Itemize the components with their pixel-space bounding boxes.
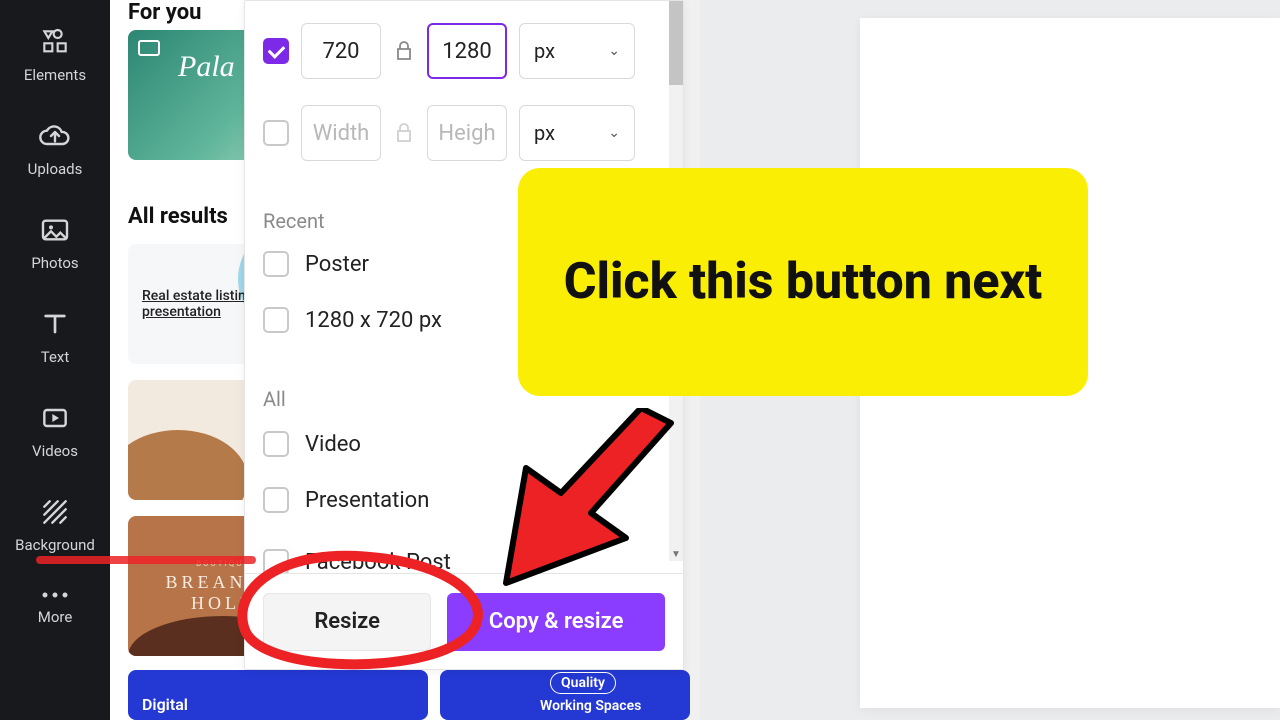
- width-input[interactable]: [301, 105, 381, 161]
- option-checkbox[interactable]: [263, 251, 289, 277]
- sidebar-item-text[interactable]: Text: [0, 290, 110, 384]
- option-checkbox[interactable]: [263, 431, 289, 457]
- option-checkbox[interactable]: [263, 549, 289, 575]
- option-label: Poster: [305, 252, 369, 277]
- chevron-down-icon: ⌄: [608, 43, 620, 59]
- video-badge-icon: [138, 40, 160, 56]
- all-label: All: [263, 387, 286, 411]
- unit-value: px: [534, 121, 555, 145]
- sidebar-item-label: Background: [15, 536, 95, 554]
- more-icon: [39, 590, 71, 600]
- unit-select[interactable]: px ⌄: [519, 23, 635, 79]
- sidebar-item-elements[interactable]: Elements: [0, 8, 110, 102]
- custom-size-row-empty: px ⌄: [263, 105, 635, 161]
- scrollbar-down-arrow[interactable]: ▼: [669, 547, 683, 561]
- scrollbar-thumb[interactable]: [669, 1, 683, 85]
- sidebar-item-label: Videos: [32, 442, 78, 460]
- option-label: Facebook Post: [305, 550, 451, 575]
- uploads-icon: [39, 120, 71, 152]
- option-checkbox[interactable]: [263, 307, 289, 333]
- unit-value: px: [534, 39, 555, 63]
- option-facebook-post[interactable]: Facebook Post: [263, 549, 451, 575]
- sidebar-item-label: Uploads: [28, 160, 83, 178]
- size-checkbox-checked[interactable]: [263, 38, 289, 64]
- template-thumb[interactable]: Quality Working Spaces: [440, 670, 690, 720]
- sidebar-item-more[interactable]: More: [0, 572, 110, 644]
- popover-footer: Resize Copy & resize: [245, 573, 683, 669]
- option-video[interactable]: Video: [263, 431, 361, 457]
- custom-size-row-active: px ⌄: [263, 23, 635, 79]
- chevron-down-icon: ⌄: [608, 125, 620, 141]
- option-label: Video: [305, 432, 361, 457]
- thumb-text: Pala: [178, 50, 235, 84]
- videos-icon: [39, 402, 71, 434]
- background-icon: [39, 496, 71, 528]
- thumb-text: Quality: [550, 672, 616, 694]
- sidebar-item-label: Photos: [31, 254, 78, 272]
- text-icon: [39, 308, 71, 340]
- sidebar-item-videos[interactable]: Videos: [0, 384, 110, 478]
- sidebar-item-photos[interactable]: Photos: [0, 196, 110, 290]
- sidebar-item-label: Elements: [24, 66, 86, 84]
- template-thumb[interactable]: Digital: [128, 670, 428, 720]
- elements-icon: [39, 26, 71, 58]
- sidebar: Elements Uploads Photos Text Videos Back…: [0, 0, 110, 720]
- thumb-text: Digital: [142, 695, 188, 714]
- height-input[interactable]: [427, 23, 507, 79]
- sidebar-item-uploads[interactable]: Uploads: [0, 102, 110, 196]
- unit-select[interactable]: px ⌄: [519, 105, 635, 161]
- decorative-blob: [128, 430, 248, 500]
- option-poster[interactable]: Poster: [263, 251, 369, 277]
- size-checkbox[interactable]: [263, 120, 289, 146]
- photos-icon: [39, 214, 71, 246]
- lock-aspect-icon[interactable]: [393, 38, 415, 64]
- height-input[interactable]: [427, 105, 507, 161]
- option-1280x720[interactable]: 1280 x 720 px: [263, 307, 442, 333]
- sidebar-item-label: Text: [41, 348, 70, 366]
- option-label: 1280 x 720 px: [305, 308, 442, 333]
- thumb-text: Real estate listingpresentation: [142, 288, 254, 320]
- option-label: Presentation: [305, 488, 429, 513]
- lock-aspect-icon: [393, 120, 415, 146]
- option-presentation[interactable]: Presentation: [263, 487, 429, 513]
- thumb-text: Working Spaces: [540, 698, 641, 714]
- annotation-callout-text: Click this button next: [564, 252, 1042, 312]
- option-checkbox[interactable]: [263, 487, 289, 513]
- for-you-heading: For you: [128, 0, 201, 25]
- annotation-callout: Click this button next: [518, 168, 1088, 396]
- width-input[interactable]: [301, 23, 381, 79]
- resize-button[interactable]: Resize: [263, 593, 431, 651]
- copy-and-resize-button[interactable]: Copy & resize: [447, 593, 665, 651]
- all-results-heading: All results: [128, 204, 228, 229]
- sidebar-item-label: More: [38, 608, 73, 626]
- annotation-strike: [36, 556, 256, 564]
- recent-label: Recent: [263, 209, 325, 233]
